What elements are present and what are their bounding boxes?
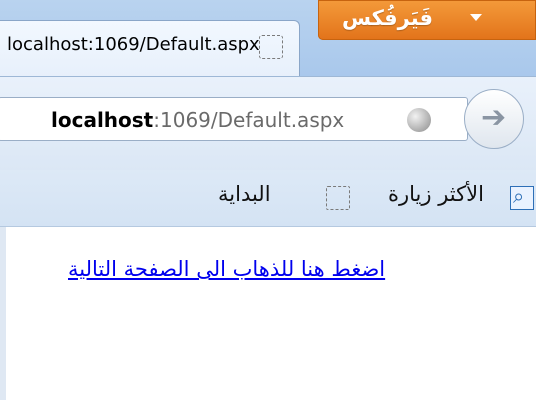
navigation-toolbar: localhost:1069/Default.aspx ➔ — [0, 76, 536, 171]
tab-title: localhost:1069/Default.aspx — [7, 34, 260, 55]
next-page-link[interactable]: اضغط هنا للذهاب الى الصفحة التالية — [68, 257, 385, 281]
arrow-right-icon: ➔ — [481, 100, 507, 135]
firefox-menu-label: فَيَرفُكس — [342, 6, 434, 30]
address-bar[interactable]: localhost:1069/Default.aspx — [0, 97, 468, 141]
url-path: :1069/Default.aspx — [153, 108, 345, 132]
browser-window: localhost:1069/Default.aspx فَيَرفُكس lo… — [0, 0, 536, 400]
page-icon — [259, 35, 283, 59]
page-icon — [326, 186, 350, 210]
window-border — [0, 227, 6, 400]
url-host: localhost — [51, 108, 154, 132]
globe-icon — [407, 108, 431, 132]
page-content: اضغط هنا للذهاب الى الصفحة التالية — [0, 227, 536, 400]
bookmarks-toolbar: البداية الأكثر زيارة — [0, 170, 536, 227]
url-text: localhost:1069/Default.aspx — [51, 108, 344, 132]
most-visited-icon — [510, 184, 534, 210]
go-button[interactable]: ➔ — [464, 89, 524, 149]
bookmark-most-visited[interactable]: الأكثر زيارة — [388, 182, 484, 206]
firefox-menu-button[interactable]: فَيَرفُكس — [318, 0, 536, 40]
tab-strip: localhost:1069/Default.aspx فَيَرفُكس — [0, 0, 536, 77]
browser-tab[interactable]: localhost:1069/Default.aspx — [0, 20, 300, 77]
bookmark-start[interactable]: البداية — [218, 182, 271, 206]
chevron-down-icon — [470, 14, 482, 21]
